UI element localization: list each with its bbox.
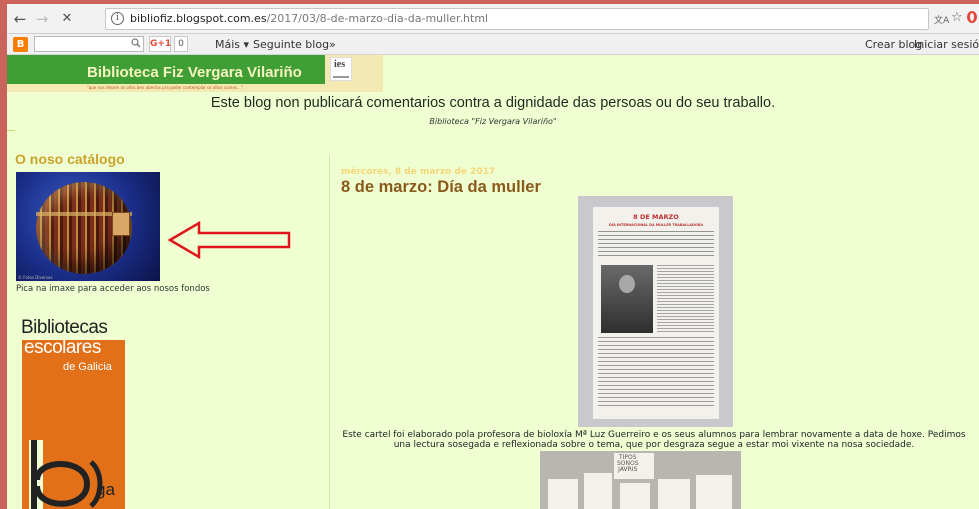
url-path: /2017/03/8-de-marzo-dia-da-muller.html bbox=[266, 12, 489, 25]
blog-motto: "que nos deixen os ollos ben abertos pra… bbox=[87, 85, 243, 90]
photo-card-label: TIPOS SONOS JAVRIS bbox=[617, 454, 639, 473]
poster-heading: 8 DE MARZO bbox=[633, 213, 679, 221]
left-arrow-icon bbox=[167, 220, 291, 260]
post-body: Este cartel foi elaborado pola profesora… bbox=[342, 430, 966, 450]
url-host: bibliofiz.blogspot.com.es bbox=[130, 12, 267, 25]
info-icon[interactable]: i bbox=[111, 12, 124, 25]
post-poster-image[interactable]: 8 DE MARZO DÍA INTERNACIONAL DA MULLER T… bbox=[578, 196, 733, 427]
wall-card bbox=[584, 473, 612, 509]
forward-icon[interactable]: → bbox=[33, 10, 51, 28]
poster-footer-text bbox=[598, 337, 714, 409]
be-logo-line2: escolares bbox=[24, 337, 101, 358]
wall-card bbox=[548, 479, 578, 509]
blogger-navbar: B G+1 0 Máis ▾ Seguinte blog» Crear blog… bbox=[7, 34, 979, 55]
column-divider bbox=[329, 155, 330, 509]
gplus-button[interactable]: G+1 bbox=[149, 36, 171, 52]
post-second-image[interactable]: TIPOS SONOS JAVRIS bbox=[540, 451, 741, 509]
wall-card bbox=[696, 475, 732, 509]
sign-in-link[interactable]: Iniciar sesión bbox=[914, 38, 979, 51]
more-menu[interactable]: Máis ▾ bbox=[215, 38, 249, 51]
poster-paper: 8 DE MARZO DÍA INTERNACIONAL DA MULLER T… bbox=[593, 207, 719, 419]
window-left-edge bbox=[0, 0, 7, 509]
back-icon[interactable]: ← bbox=[11, 10, 29, 28]
catalog-image-link[interactable]: © Fotos Diversas bbox=[16, 172, 160, 281]
stop-icon[interactable]: ✕ bbox=[58, 10, 76, 28]
address-bar[interactable]: i bibliofiz.blogspot.com.es/2017/03/8-de… bbox=[105, 8, 929, 30]
blog-search-input[interactable] bbox=[34, 36, 144, 52]
poster-text-column bbox=[657, 265, 714, 333]
catalog-image-caption: © Fotos Diversas bbox=[18, 275, 53, 280]
catalog-instruction: Pica na imaxe para acceder aos nosos fon… bbox=[16, 284, 210, 294]
catalog-heading: O noso catálogo bbox=[15, 151, 125, 167]
url-text[interactable]: bibliofiz.blogspot.com.es/2017/03/8-de-m… bbox=[130, 12, 488, 25]
divider bbox=[7, 130, 15, 131]
poster-text-block bbox=[598, 231, 714, 259]
translate-icon[interactable]: 文A bbox=[934, 13, 949, 26]
blogger-logo-icon[interactable]: B bbox=[13, 37, 28, 52]
post-title[interactable]: 8 de marzo: Día da muller bbox=[341, 178, 541, 197]
be-logo-line1: Bibliotecas bbox=[21, 317, 108, 338]
notice-signature: Biblioteca "Fiz Vergara Vilariño" bbox=[429, 117, 557, 126]
wall-card bbox=[620, 483, 650, 509]
ies-logo: ies bbox=[330, 57, 352, 81]
wall-card bbox=[658, 479, 690, 509]
globe-door bbox=[112, 212, 130, 236]
be-logo-ga: ga bbox=[96, 480, 115, 499]
gplus-count: 0 bbox=[174, 36, 188, 52]
poster-subheading: DÍA INTERNACIONAL DA MULLER TRABALLADORA bbox=[609, 223, 703, 227]
search-icon[interactable] bbox=[131, 37, 141, 52]
next-blog-link[interactable]: Seguinte blog» bbox=[253, 38, 336, 51]
blog-title[interactable]: Biblioteca Fiz Vergara Vilariño bbox=[87, 64, 302, 81]
post-date: mércores, 8 de marzo de 2017 bbox=[341, 167, 496, 177]
blog-page: Biblioteca Fiz Vergara Vilariño "que nos… bbox=[7, 55, 979, 509]
poster-portrait bbox=[601, 265, 653, 333]
ies-logo-text: ies bbox=[334, 59, 346, 70]
extension-icon[interactable] bbox=[966, 10, 978, 27]
bookmark-star-icon[interactable]: ☆ bbox=[951, 10, 963, 25]
comment-policy-notice: Este blog non publicará comentarios cont… bbox=[210, 95, 776, 111]
be-logo-line3: de Galicia bbox=[63, 361, 112, 373]
browser-toolbar: ← → ✕ i bibliofiz.blogspot.com.es/2017/0… bbox=[7, 4, 979, 34]
